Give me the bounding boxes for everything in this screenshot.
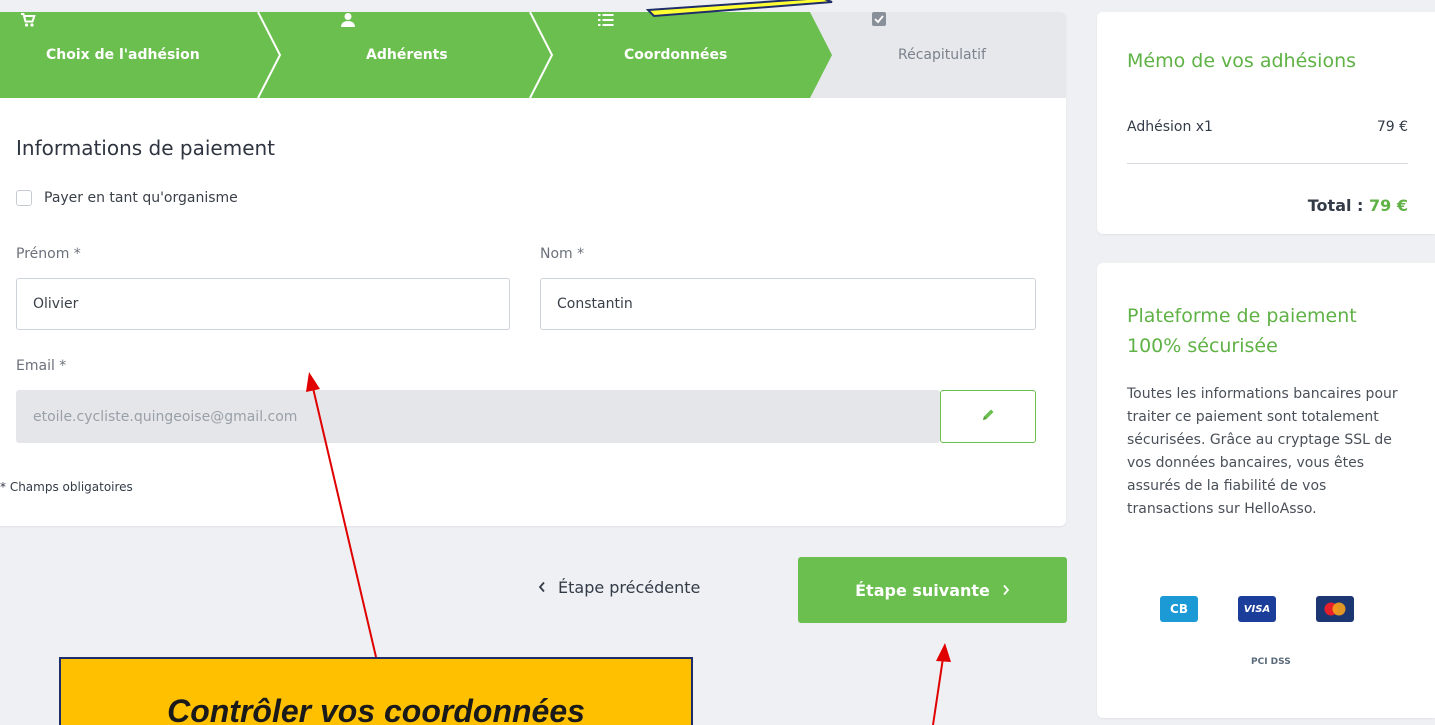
list-icon <box>598 14 614 63</box>
first-name-value: Olivier <box>33 296 79 312</box>
memo-card: Mémo de vos adhésions Adhésion x1 79 € T… <box>1097 12 1435 234</box>
secure-description: Toutes les informations bancaires pour t… <box>1127 386 1398 517</box>
step-recapitulatif[interactable]: Récapitulatif <box>872 12 986 98</box>
step-coordonnees[interactable]: Coordonnées <box>598 12 727 98</box>
email-value: etoile.cycliste.quingeoise@gmail.com <box>33 408 298 425</box>
last-name-value: Constantin <box>557 296 633 312</box>
email-input: etoile.cycliste.quingeoise@gmail.com <box>16 390 940 443</box>
last-name-input[interactable]: Constantin <box>540 278 1036 330</box>
next-arrow-line <box>932 657 944 725</box>
secure-payment-card: Plateforme de paiement 100% sécurisée To… <box>1097 263 1435 718</box>
memo-total-label: Total : <box>1307 196 1364 215</box>
next-step-label: Étape suivante <box>855 580 990 600</box>
annotation-text: Contrôler vos coordonnées <box>167 693 585 725</box>
step-label: Coordonnées <box>624 47 728 63</box>
org-checkbox-row[interactable]: Payer en tant qu'organisme <box>16 190 238 206</box>
step-label: Adhérents <box>366 47 448 63</box>
chevron-right-icon <box>1002 581 1010 600</box>
next-step-button[interactable]: Étape suivante <box>798 557 1067 623</box>
checkbox-icon <box>872 12 888 63</box>
step-label: Choix de l'adhésion <box>46 47 200 63</box>
step-label: Récapitulatif <box>898 47 986 63</box>
step-choix-adhesion[interactable]: Choix de l'adhésion <box>20 12 200 98</box>
previous-step-label: Étape précédente <box>558 578 701 597</box>
email-label: Email * <box>16 358 67 374</box>
card-logos: CB VISA <box>1160 596 1354 622</box>
visa-card-logo: VISA <box>1238 596 1276 622</box>
step-adherents[interactable]: Adhérents <box>340 12 448 98</box>
org-checkbox-label: Payer en tant qu'organisme <box>44 190 238 206</box>
memo-item-price: 79 € <box>1376 119 1408 135</box>
pencil-icon <box>981 407 995 426</box>
payment-form-card: Choix de l'adhésion Adhérents Coordonnée… <box>0 12 1066 526</box>
first-name-label: Prénom * <box>16 246 81 262</box>
edit-email-button[interactable] <box>940 390 1036 443</box>
next-arrow-head <box>936 643 951 662</box>
secure-title: Plateforme de paiement 100% sécurisée <box>1127 305 1357 357</box>
memo-total: Total : 79 € <box>1308 196 1408 215</box>
memo-divider <box>1127 163 1408 164</box>
first-name-input[interactable]: Olivier <box>16 278 510 330</box>
cb-card-logo: CB <box>1160 596 1198 622</box>
required-fields-note: * Champs obligatoires <box>0 480 133 494</box>
annotation-callout: Contrôler vos coordonnées <box>59 657 693 725</box>
last-name-label: Nom * <box>540 246 585 262</box>
memo-title: Mémo de vos adhésions <box>1127 50 1357 72</box>
memo-item-label: Adhésion x1 <box>1127 119 1213 135</box>
mastercard-logo <box>1316 596 1354 622</box>
step-progress-bar: Choix de l'adhésion Adhérents Coordonnée… <box>0 12 1066 98</box>
chevron-left-icon <box>538 578 546 597</box>
pci-dss-logo: PCI DSS <box>1251 657 1291 667</box>
memo-total-value: 79 € <box>1369 196 1408 215</box>
user-icon <box>340 13 356 63</box>
section-title: Informations de paiement <box>16 136 276 160</box>
org-checkbox[interactable] <box>16 190 32 206</box>
cart-icon <box>20 13 36 63</box>
previous-step-button[interactable]: Étape précédente <box>538 578 700 597</box>
